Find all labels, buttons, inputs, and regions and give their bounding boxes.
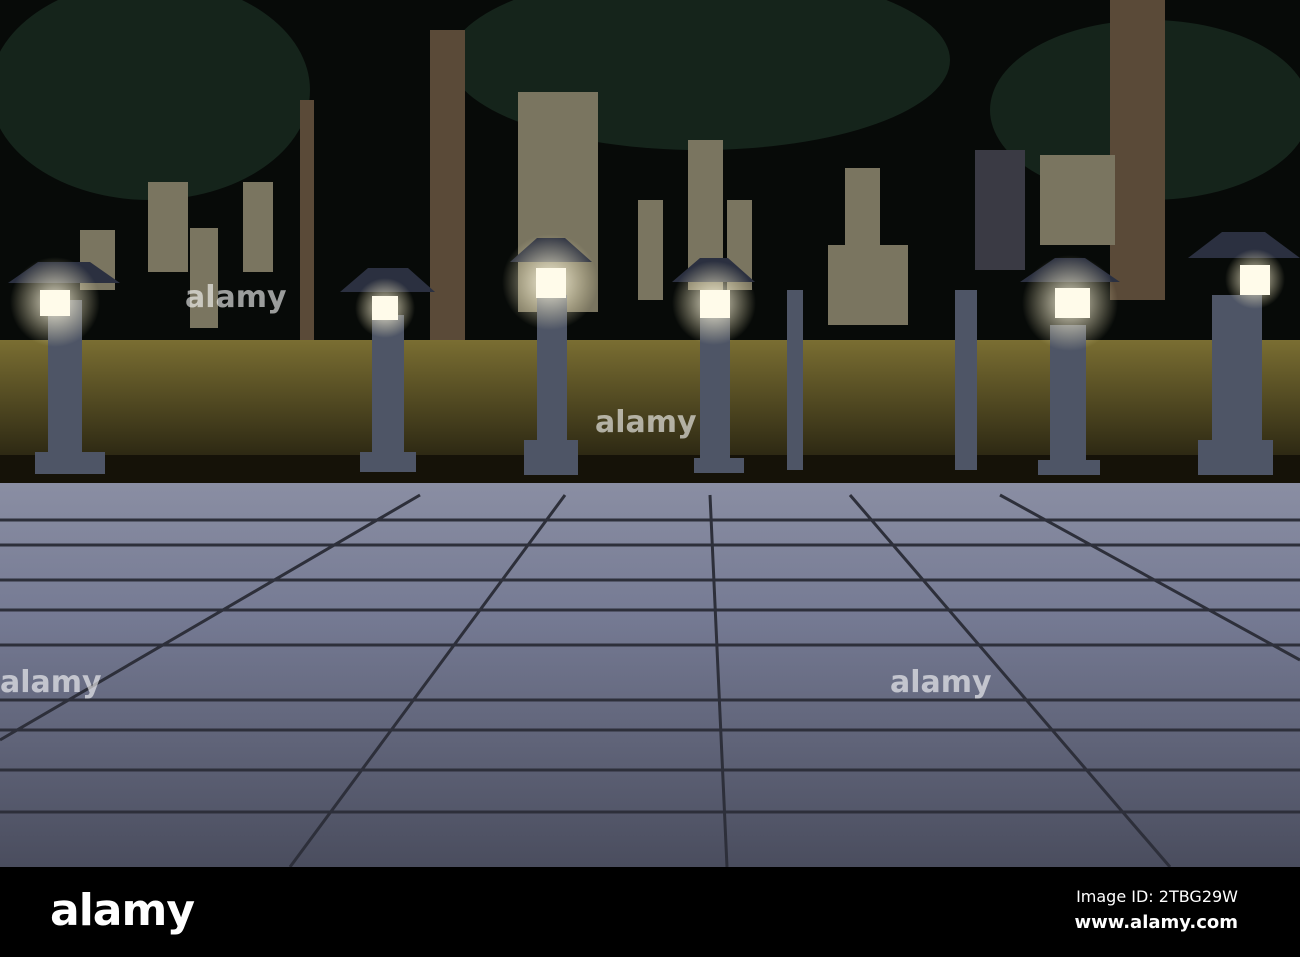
site-link[interactable]: www.alamy.com bbox=[1074, 912, 1238, 933]
stone-wall bbox=[0, 340, 1300, 460]
watermark: alamy bbox=[890, 665, 992, 700]
footer-bar: alamy Image ID: 2TBG29W www.alamy.com bbox=[0, 867, 1300, 957]
watermark: alamy bbox=[185, 280, 287, 315]
photo: alamy alamy alamy alamy alamy Image ID: … bbox=[0, 0, 1300, 957]
stone-pavement bbox=[0, 483, 1300, 867]
image-id: Image ID: 2TBG29W bbox=[1076, 887, 1238, 906]
alamy-logo: alamy bbox=[50, 885, 195, 936]
watermark: alamy bbox=[595, 405, 697, 440]
watermark: alamy bbox=[0, 665, 102, 700]
